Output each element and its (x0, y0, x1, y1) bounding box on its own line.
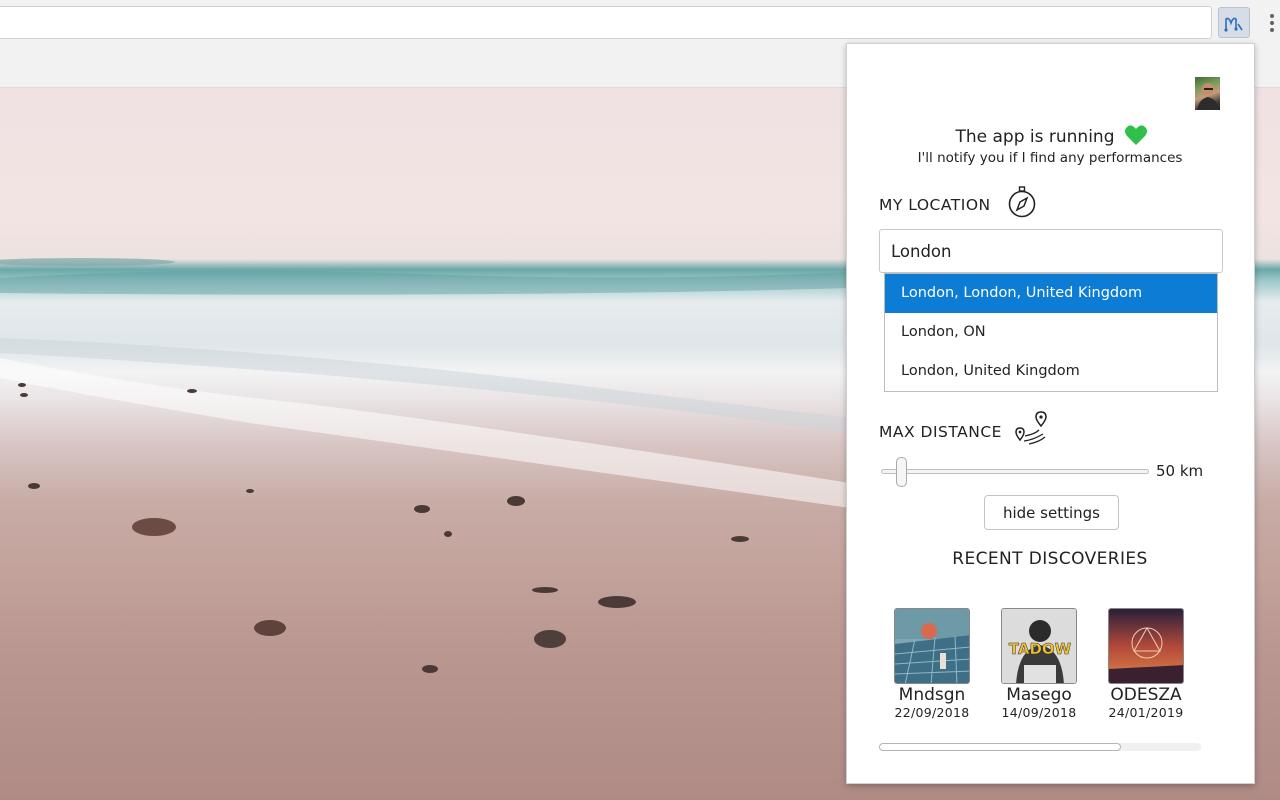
heart-icon (1125, 125, 1147, 145)
discovery-artist: Mndsgn (898, 685, 966, 705)
compass-icon (1008, 186, 1036, 218)
recent-discoveries-title: RECENT DISCOVERIES (952, 549, 1148, 569)
location-input[interactable] (879, 229, 1223, 273)
max-distance-label: MAX DISTANCE (879, 423, 1002, 441)
discovery-date: 14/09/2018 (1001, 705, 1077, 720)
extension-button[interactable] (1218, 7, 1250, 38)
album-art (1109, 609, 1183, 683)
discovery-artist: ODESZA (1110, 685, 1182, 705)
discovery-artist: Masego (1006, 685, 1072, 705)
suggestion-item[interactable]: London, ON (885, 313, 1217, 352)
discovery-date: 24/01/2019 (1108, 705, 1184, 720)
album-cover[interactable] (1108, 608, 1184, 684)
cover-text: TADOW (1009, 640, 1072, 658)
discovery-item[interactable]: Mndsgn 22/09/2018 (877, 608, 987, 721)
address-bar[interactable] (0, 6, 1212, 39)
user-avatar[interactable] (1195, 77, 1220, 110)
slider-track[interactable] (881, 469, 1149, 474)
max-distance-value: 50 km (1156, 462, 1204, 480)
album-cover[interactable] (894, 608, 970, 684)
scrollbar-thumb[interactable] (879, 743, 1121, 751)
location-suggestions: London, London, United Kingdom London, O… (884, 273, 1218, 392)
status-title: The app is running (955, 127, 1115, 147)
slider-thumb[interactable] (896, 457, 908, 487)
avatar-image (1197, 83, 1219, 110)
discovery-date: 22/09/2018 (894, 705, 970, 720)
location-label: MY LOCATION (879, 196, 991, 214)
status-subtitle: I'll notify you if I find any performanc… (917, 150, 1183, 166)
browser-toolbar (0, 0, 1280, 44)
discoveries-scrollbar[interactable] (879, 743, 1201, 751)
browser-menu-button[interactable] (1262, 10, 1280, 36)
hide-settings-button[interactable]: hide settings (984, 495, 1119, 530)
discovery-item[interactable]: TADOW Masego 14/09/2018 (984, 608, 1094, 721)
route-pin-icon (1015, 411, 1047, 445)
album-art (895, 609, 969, 683)
music-note-map-icon (1224, 17, 1243, 32)
discovery-item[interactable]: ODESZA 24/01/2019 (1091, 608, 1201, 721)
max-distance-slider[interactable] (881, 457, 1149, 487)
album-art: TADOW (1002, 609, 1076, 683)
extension-popup: The app is running I'll notify you if I … (846, 43, 1255, 784)
vertical-ellipsis-icon (1270, 14, 1274, 18)
suggestion-item[interactable]: London, London, United Kingdom (885, 274, 1217, 313)
album-cover[interactable]: TADOW (1001, 608, 1077, 684)
suggestion-item[interactable]: London, United Kingdom (885, 352, 1217, 391)
